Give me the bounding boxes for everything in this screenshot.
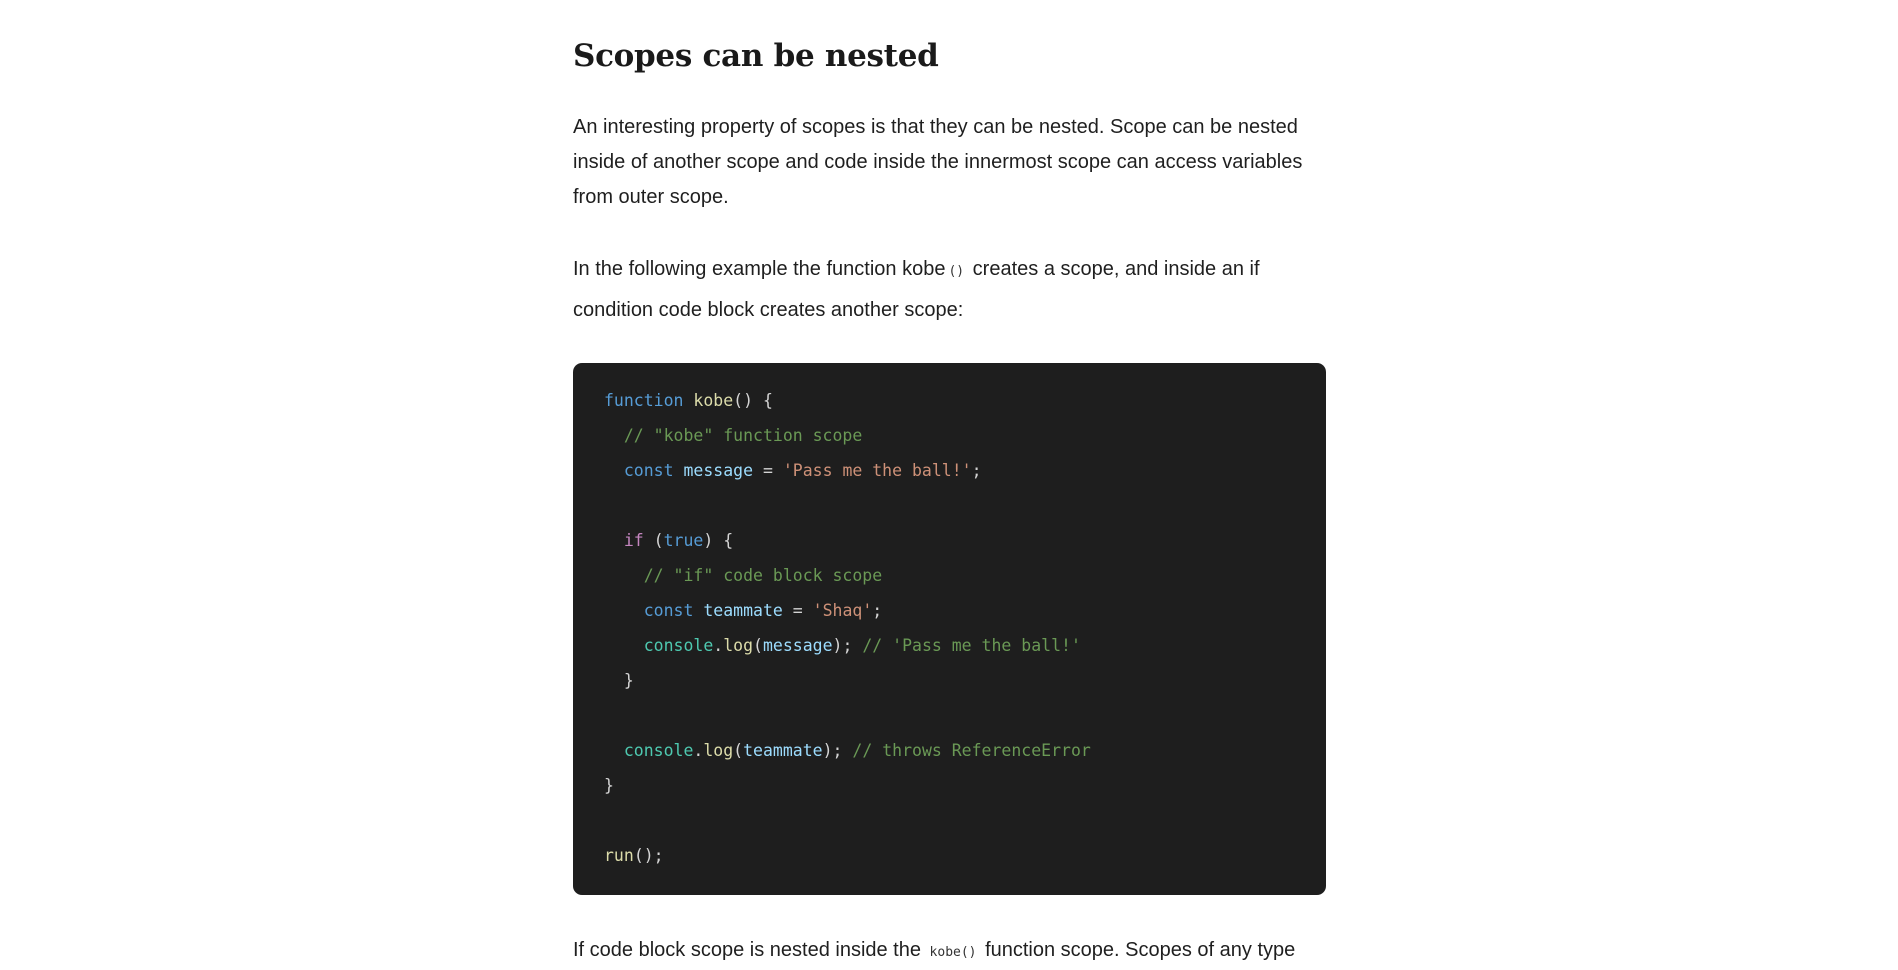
code-token: ( — [753, 636, 763, 655]
code-line: // "if" code block scope — [604, 558, 1295, 593]
code-token: teammate — [743, 741, 823, 760]
code-token: console — [623, 741, 694, 760]
code-token: 'Shaq' — [812, 601, 873, 620]
code-token: log — [723, 636, 754, 655]
code-token: 'Pass me the ball!' — [782, 461, 972, 480]
code-token: // "if" code block scope — [643, 566, 883, 585]
code-block[interactable]: function kobe() { // "kobe" function sco… — [573, 363, 1326, 895]
code-token: function — [604, 391, 684, 410]
code-token: = — [753, 461, 783, 480]
code-token: ) { — [703, 531, 734, 550]
code-line: console.log(message); // 'Pass me the ba… — [604, 628, 1295, 663]
code-token: // "kobe" function scope — [623, 426, 863, 445]
section-heading: Scopes can be nested — [573, 38, 939, 74]
code-token: true — [663, 531, 704, 550]
code-token: . — [713, 636, 724, 655]
code-token: message — [762, 636, 833, 655]
code-token: = — [782, 601, 813, 620]
code-token: const — [643, 601, 694, 620]
paragraph-nested-explanation: If code block scope is nested inside the… — [573, 933, 1326, 970]
inline-code: () — [948, 264, 965, 279]
code-token: ); — [832, 636, 863, 655]
code-token: (); — [633, 846, 664, 865]
paragraph-text-before: If code block scope is nested inside the — [573, 939, 927, 961]
code-line: } — [604, 663, 1295, 698]
code-line: function kobe() { — [604, 383, 1295, 418]
code-token: ; — [872, 601, 883, 620]
code-line: run(); — [604, 838, 1295, 873]
code-token: kobe — [693, 391, 734, 410]
code-token: ( — [643, 531, 664, 550]
code-token: ); — [822, 741, 853, 760]
code-token: ( — [733, 741, 744, 760]
code-token: log — [703, 741, 734, 760]
inline-code: kobe() — [929, 945, 977, 960]
code-token: // 'Pass me the ball!' — [862, 636, 1081, 655]
code-line: if (true) { — [604, 523, 1295, 558]
code-token: console — [643, 636, 714, 655]
paragraph-text-before: In the following example the function ko… — [573, 258, 946, 280]
code-token: () { — [733, 391, 773, 410]
code-token: run — [604, 846, 634, 865]
code-token: ; — [971, 461, 982, 480]
code-token: . — [693, 741, 704, 760]
code-token: if — [623, 531, 644, 550]
code-line: } — [604, 768, 1295, 803]
code-token: } — [604, 776, 614, 795]
code-token: const — [623, 461, 674, 480]
paragraph-nested-scopes: An interesting property of scopes is tha… — [573, 116, 1303, 208]
article-content: Scopes can be nested An interesting prop… — [573, 0, 1326, 970]
code-token: message — [683, 461, 754, 480]
paragraph-text-after: function scope. Scopes of any type — [979, 939, 1296, 961]
code-line: console.log(teammate); // throws Referen… — [604, 733, 1295, 768]
code-token: } — [604, 671, 634, 690]
paragraph-example-intro: In the following example the function ko… — [573, 250, 1326, 329]
code-line: const message = 'Pass me the ball!'; — [604, 453, 1295, 488]
code-token: // throws ReferenceError — [852, 741, 1091, 760]
code-line: const teammate = 'Shaq'; — [604, 593, 1295, 628]
code-line: // "kobe" function scope — [604, 418, 1295, 453]
code-token: teammate — [703, 601, 783, 620]
